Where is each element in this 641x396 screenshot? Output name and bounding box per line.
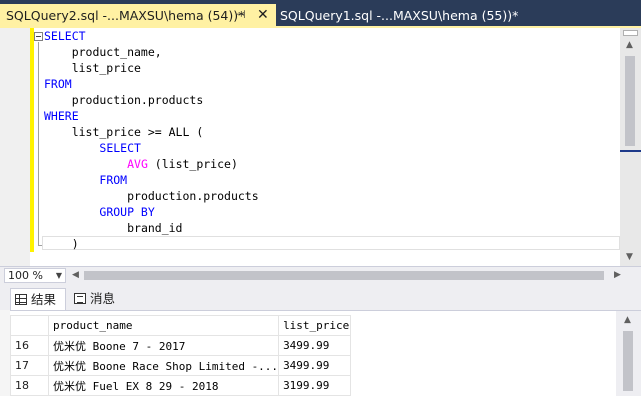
cell-list-price[interactable]: 3499.99 [278, 335, 352, 356]
header-row: product_name list_price [10, 315, 352, 336]
table-row[interactable]: 17 优米优 Boone Race Shop Limited -... 3499… [10, 355, 352, 376]
table-row[interactable]: 18 优米优 Fuel EX 8 29 - 2018 3199.99 [10, 375, 352, 396]
keyword: GROUP BY [99, 205, 155, 219]
horizontal-scroll-thumb[interactable] [84, 271, 604, 280]
editor-gutter [0, 28, 30, 266]
caret-position-marker [620, 150, 641, 152]
collapse-icon[interactable] [34, 32, 43, 41]
function-name: AVG [127, 157, 148, 171]
document-tab-strip: SQLQuery2.sql -...MAXSU\hema (54))* ⊣ ✕ … [0, 0, 641, 28]
keyword: FROM [44, 77, 72, 91]
row-number[interactable]: 18 [10, 375, 49, 396]
tab-sqlquery1[interactable]: SQLQuery1.sql -...MAXSU\hema (55))* [276, 4, 536, 28]
row-number-header[interactable] [10, 315, 49, 336]
scroll-thumb[interactable] [625, 56, 635, 146]
cell-product-name[interactable]: 优米优 Boone Race Shop Limited -... [47, 355, 280, 376]
zoom-dropdown[interactable]: 100 % ▼ [4, 268, 66, 283]
cell-product-name[interactable]: 优米优 Fuel EX 8 29 - 2018 [47, 375, 280, 396]
results-grid[interactable]: product_name list_price 16 优米优 Boone 7 -… [10, 310, 641, 396]
zoom-value: 100 % [8, 269, 43, 282]
tab-label: 结果 [31, 292, 57, 307]
code-line: brand_id [44, 220, 620, 236]
code-line: FROM [44, 172, 620, 188]
cell-list-price[interactable]: 3499.99 [278, 355, 352, 376]
scroll-down-icon[interactable]: ▼ [626, 252, 633, 262]
column-header[interactable]: product_name [47, 315, 280, 336]
scroll-up-icon[interactable]: ▲ [624, 315, 631, 325]
chevron-down-icon[interactable]: ▼ [56, 269, 62, 282]
tab-label: 消息 [90, 291, 116, 306]
keyword: FROM [99, 173, 128, 187]
row-number[interactable]: 17 [10, 355, 49, 376]
code-line: list_price [44, 61, 141, 75]
code-text: ) [71, 237, 79, 251]
code-line: SELECT [44, 140, 620, 156]
cell-product-name[interactable]: 优米优 Boone 7 - 2017 [47, 335, 280, 356]
code-text: brand_id [127, 221, 183, 235]
code-line: production.products [44, 93, 204, 107]
scroll-up-icon[interactable]: ▲ [626, 40, 633, 50]
pin-icon[interactable]: ⊣ [236, 8, 246, 21]
code-line: WHERE [44, 108, 620, 124]
code-line: product_name, [44, 45, 162, 59]
tab-messages[interactable]: 消息 [70, 288, 124, 310]
results-vertical-scrollbar[interactable]: ▲ [616, 311, 641, 396]
keyword: SELECT [44, 29, 86, 43]
code-text: production.products [127, 189, 259, 203]
row-number[interactable]: 16 [10, 335, 49, 356]
code-text: (list_price) [147, 157, 238, 171]
tab-title: SQLQuery2.sql -...MAXSU\hema (54))* [6, 8, 245, 23]
modified-lines-bar [30, 28, 34, 252]
code-line: production.products [44, 188, 620, 204]
zoom-bar: 100 % ▼ ◀ ▶ [0, 266, 641, 284]
tab-title: SQLQuery1.sql -...MAXSU\hema (55))* [280, 8, 519, 23]
close-icon[interactable]: ✕ [257, 7, 269, 23]
scroll-thumb[interactable] [623, 331, 633, 391]
result-tabs: 结果 消息 [0, 284, 641, 310]
editor-vertical-scrollbar[interactable]: ▲ ▼ [620, 28, 641, 266]
outline-line [38, 42, 39, 246]
keyword: SELECT [99, 141, 141, 155]
results-table: product_name list_price 16 优米优 Boone 7 -… [10, 315, 352, 396]
column-header[interactable]: list_price [278, 315, 352, 336]
code-line: AVG (list_price) [44, 156, 620, 172]
query-editor[interactable]: SELECT product_name, list_price FROM pro… [0, 28, 641, 266]
tab-sqlquery2[interactable]: SQLQuery2.sql -...MAXSU\hema (54))* ⊣ ✕ [0, 4, 276, 28]
cell-list-price[interactable]: 3199.99 [278, 375, 352, 396]
code-line: ) [44, 236, 620, 252]
scroll-right-icon[interactable]: ▶ [614, 270, 621, 280]
code-area[interactable]: SELECT product_name, list_price FROM pro… [44, 28, 620, 252]
code-line: list_price >= ALL ( [44, 125, 204, 139]
code-line: SELECT [44, 28, 620, 44]
code-line: FROM [44, 76, 620, 92]
table-row[interactable]: 16 优米优 Boone 7 - 2017 3499.99 [10, 335, 352, 356]
split-window-icon[interactable] [623, 30, 638, 36]
messages-icon [74, 293, 86, 304]
code-line: GROUP BY [44, 204, 620, 220]
grid-icon [15, 294, 27, 305]
tab-results[interactable]: 结果 [10, 288, 66, 310]
keyword: WHERE [44, 109, 79, 123]
scroll-left-icon[interactable]: ◀ [72, 270, 79, 280]
